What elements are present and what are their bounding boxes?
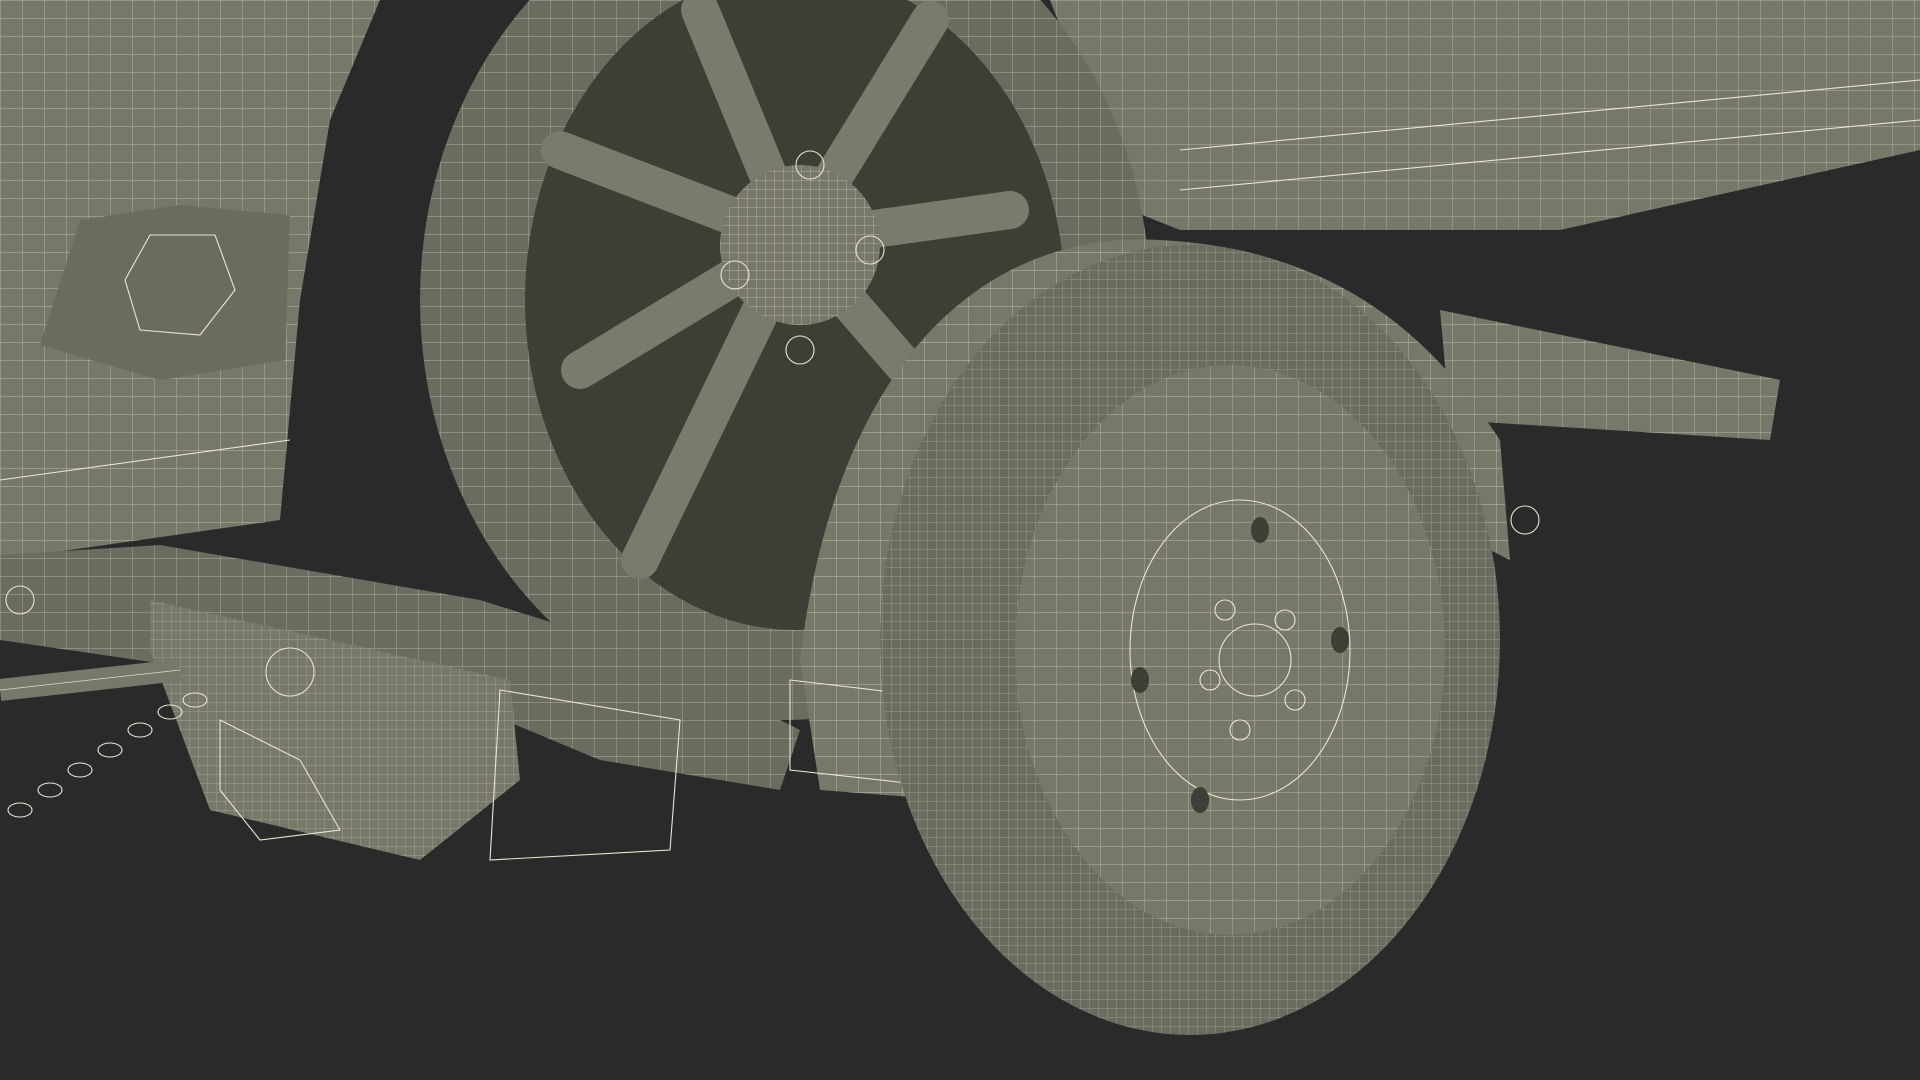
trailer-deck — [1440, 310, 1780, 440]
wireframe-render — [0, 0, 1920, 1035]
dolly-tire — [880, 245, 1500, 1035]
